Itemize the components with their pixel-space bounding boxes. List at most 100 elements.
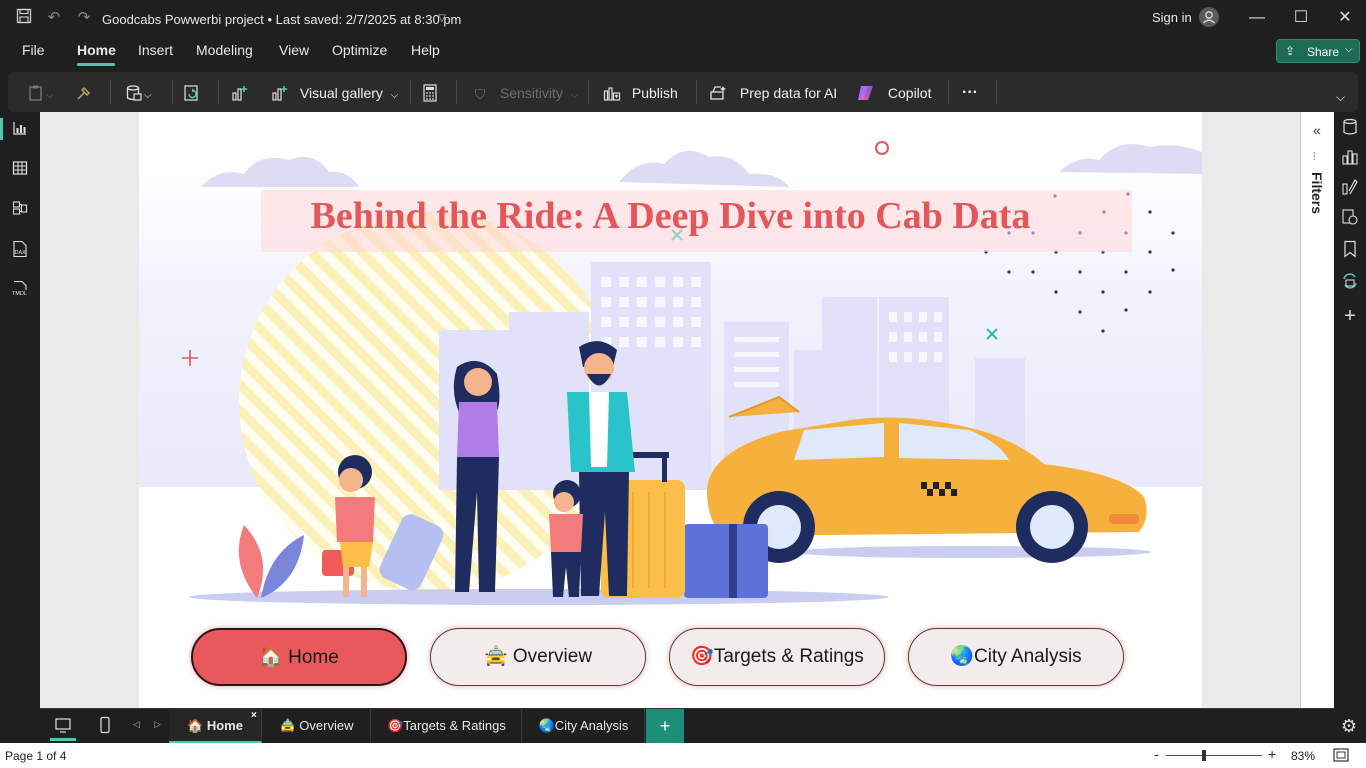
nav-button-targets-ratings[interactable]: 🎯Targets & Ratings [669, 628, 885, 686]
filters-label[interactable]: Filters [1309, 172, 1325, 214]
tab-city-analysis[interactable]: 🌏City Analysis [523, 709, 645, 743]
nav-button-overview[interactable]: 🚖 Overview [430, 628, 646, 686]
avatar-icon[interactable] [1199, 7, 1219, 27]
scroll-tabs-right-icon[interactable]: ▷ [154, 719, 161, 730]
share-label: Share [1307, 45, 1340, 59]
database-icon [124, 84, 144, 104]
tab-overview[interactable]: 🚖 Overview [263, 709, 371, 743]
data-pane-icon[interactable] [1340, 118, 1360, 138]
chevron-down-icon[interactable]: ▽ [432, 9, 452, 29]
ribbon-separator [588, 80, 589, 104]
collapse-pane-icon[interactable]: « [1313, 122, 1321, 138]
publish-label: Publish [631, 85, 678, 101]
sensitivity-button[interactable]: ⛉ Sensitivity ⌵ [470, 82, 579, 104]
save-icon[interactable] [14, 8, 34, 28]
clipboard-icon [26, 84, 46, 104]
right-pane-rail: + [1334, 112, 1366, 708]
chevron-down-icon: ⌵ [1345, 44, 1353, 55]
maximize-button[interactable]: ☐ [1286, 6, 1316, 30]
performance-pane-icon[interactable] [1340, 208, 1360, 228]
active-layout-indicator [50, 738, 76, 741]
calculator-button[interactable] [420, 82, 440, 104]
sign-in-link[interactable]: Sign in [1152, 10, 1192, 25]
mobile-layout-icon[interactable] [98, 716, 118, 736]
status-bar: Page 1 of 4 - + 83% [0, 743, 1366, 768]
ribbon-expand-icon[interactable]: ⌵ [1336, 86, 1345, 108]
tab-home[interactable]: 🏠 Home × [169, 709, 262, 743]
bookmark-icon[interactable] [1340, 240, 1360, 260]
menu-home[interactable]: Home [77, 42, 116, 58]
report-title: Behind the Ride: A Deep Dive into Cab Da… [310, 195, 1031, 237]
calculator-icon [420, 84, 440, 104]
more-options-button[interactable]: ··· [962, 82, 978, 104]
zoom-slider-track[interactable] [1166, 755, 1262, 756]
tab-home-label: 🏠 Home [187, 718, 243, 733]
sensitivity-icon: ⛉ [474, 86, 486, 103]
share-button[interactable]: ⇪ Share ⌵ [1276, 39, 1360, 63]
document-title: Goodcabs Powwerbi project • Last saved: … [102, 12, 462, 27]
paste-button[interactable]: ⌵ [26, 82, 54, 104]
minimize-button[interactable]: — [1242, 6, 1272, 30]
new-visual-button[interactable] [230, 82, 250, 104]
fit-to-page-icon[interactable] [1333, 748, 1349, 762]
sync-slicers-icon[interactable] [1340, 272, 1360, 292]
visual-gallery-button[interactable]: Visual gallery ⌵ [270, 82, 398, 104]
prep-data-for-ai-button[interactable]: Prep data for AI [708, 82, 837, 104]
ribbon-separator [696, 80, 697, 104]
zoom-slider-thumb[interactable] [1202, 750, 1206, 761]
menu-file[interactable]: File [22, 42, 45, 58]
dax-query-view-icon[interactable]: DAX [10, 240, 30, 260]
title-bar: ↶ ↷ Goodcabs Powwerbi project • Last sav… [0, 0, 1366, 36]
model-view-icon[interactable] [10, 200, 30, 220]
publish-icon [602, 84, 622, 104]
copilot-button[interactable]: Copilot [856, 82, 931, 104]
filter-icon: ⫶ [1313, 152, 1316, 163]
dax-label: DAX [15, 250, 27, 256]
add-pane-icon[interactable]: + [1340, 306, 1360, 326]
add-page-button[interactable]: + [646, 709, 684, 743]
share-icon: ⇪ [1285, 44, 1296, 58]
desktop-layout-icon[interactable] [54, 716, 74, 736]
view-switcher-rail: DAX TMDL [0, 112, 40, 708]
nav-button-home[interactable]: 🏠 Home [191, 628, 407, 686]
active-tab-indicator [77, 63, 115, 66]
scroll-tabs-left-icon[interactable]: ◁ [133, 719, 140, 730]
chevron-down-icon: ⌵ [390, 90, 399, 101]
menu-optimize[interactable]: Optimize [332, 42, 387, 58]
undo-icon[interactable]: ↶ [44, 8, 64, 28]
refresh-button[interactable] [182, 82, 202, 104]
page-tab-bar: ◁ ▷ 🏠 Home × 🚖 Overview 🎯Targets & Ratin… [40, 708, 1334, 743]
close-button[interactable]: ✕ [1330, 6, 1360, 30]
add-visual-icon [230, 84, 250, 104]
format-pane-icon[interactable] [1340, 178, 1360, 198]
copilot-label: Copilot [887, 85, 932, 101]
redo-icon[interactable]: ↷ [74, 8, 94, 28]
settings-gear-icon[interactable]: ⚙ [1337, 714, 1361, 738]
menu-modeling[interactable]: Modeling [196, 42, 253, 58]
report-page: Behind the Ride: A Deep Dive into Cab Da… [139, 112, 1202, 708]
visual-gallery-icon [270, 84, 290, 104]
tab-targets-ratings[interactable]: 🎯Targets & Ratings [372, 709, 522, 743]
zoom-level: 83% [1291, 749, 1316, 763]
copilot-icon [856, 84, 876, 104]
get-data-button[interactable]: ⌵ [124, 82, 152, 104]
format-painter-button[interactable] [74, 82, 94, 104]
visualizations-pane-icon[interactable] [1340, 148, 1360, 168]
menu-insert[interactable]: Insert [138, 42, 173, 58]
ribbon-separator [996, 80, 997, 104]
nav-button-city-analysis[interactable]: 🌏City Analysis [908, 628, 1124, 686]
zoom-out-button[interactable]: - [1154, 746, 1159, 762]
report-view-icon[interactable] [10, 120, 30, 140]
sensitivity-label: Sensitivity [499, 85, 563, 101]
zoom-in-button[interactable]: + [1268, 746, 1276, 762]
menu-help[interactable]: Help [411, 42, 440, 58]
tmdl-view-icon[interactable]: TMDL [10, 280, 30, 300]
active-view-indicator [0, 118, 3, 140]
close-tab-icon[interactable]: × [251, 699, 257, 733]
ribbon-toolbar: ⌵ ⌵ Visual gallery ⌵ ⛉ Sensitivity ⌵ Pub… [8, 72, 1358, 112]
ribbon-separator [172, 80, 173, 104]
table-view-icon[interactable] [10, 160, 30, 180]
tmdl-label: TMDL [12, 291, 27, 297]
menu-view[interactable]: View [279, 42, 309, 58]
publish-button[interactable]: Publish [602, 82, 678, 104]
